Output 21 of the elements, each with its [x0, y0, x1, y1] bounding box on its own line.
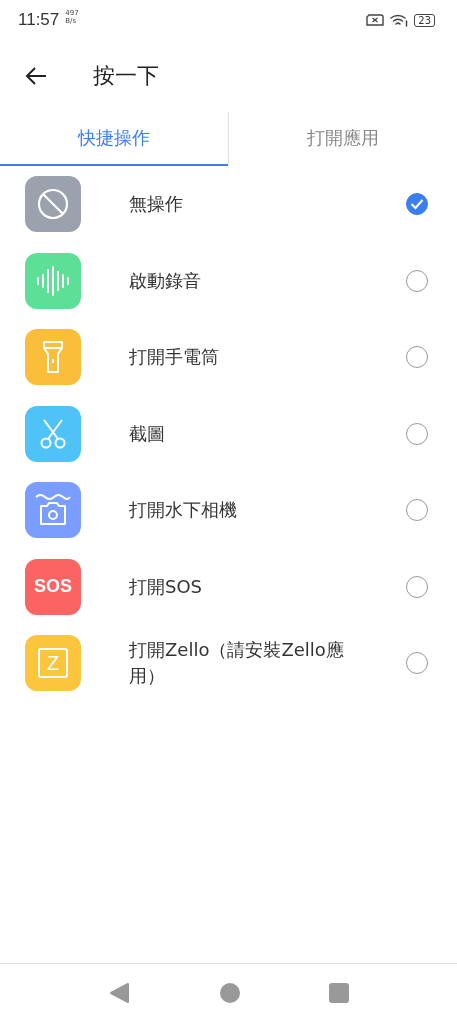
option-label: 打開Zello（請安裝Zello應用）	[129, 638, 345, 689]
battery-icon: 23	[414, 13, 435, 27]
back-button[interactable]	[25, 66, 47, 86]
option-label: 打開SOS	[129, 574, 204, 599]
tab[interactable]: 打開應用	[228, 112, 457, 166]
recents-nav-icon[interactable]	[328, 983, 349, 1003]
option-label: 無操作	[129, 192, 184, 217]
option-label: 打開手電筒	[129, 345, 220, 370]
status-time: 11:57	[18, 10, 60, 30]
check-icon	[410, 198, 424, 211]
home-nav-icon[interactable]	[218, 982, 241, 1004]
page-title: 按一下	[93, 62, 159, 90]
back-nav-icon[interactable]	[108, 982, 131, 1004]
chat-icon: Z	[25, 635, 81, 692]
option-label: 打開水下相機	[129, 498, 238, 523]
option-label: 截圖	[129, 421, 166, 446]
option-label: 啟動錄音	[129, 268, 202, 293]
radio-button[interactable]	[406, 193, 428, 216]
wifi-icon	[390, 13, 409, 27]
sim-off-icon	[366, 14, 385, 26]
sos-icon: SOS	[25, 558, 81, 615]
